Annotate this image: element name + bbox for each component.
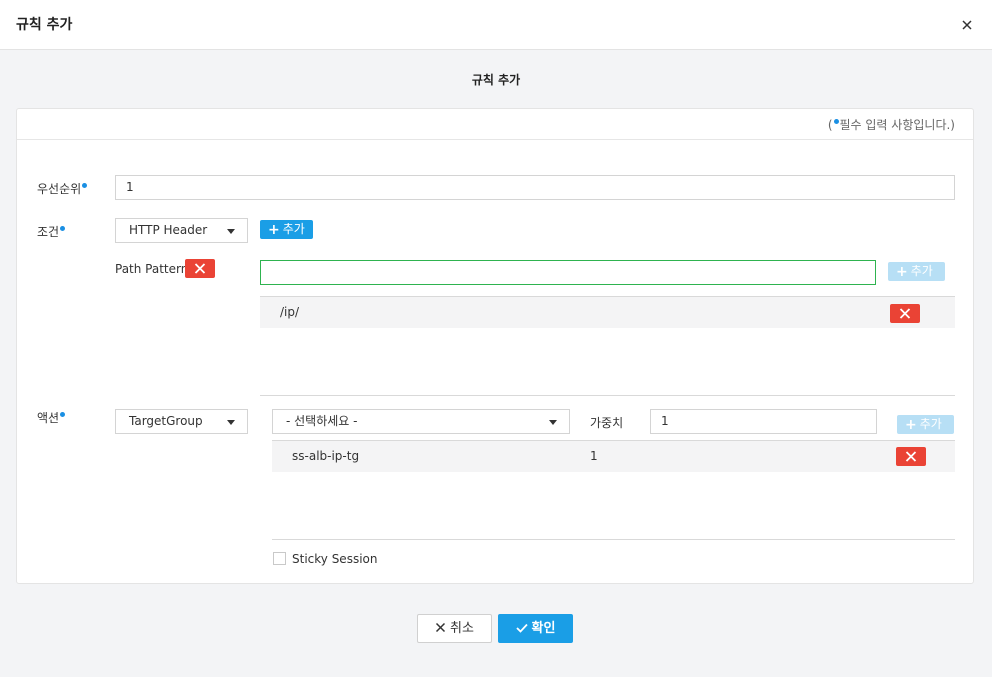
priority-label: 우선순위 (37, 180, 88, 197)
required-dot-icon (60, 226, 66, 231)
pattern-list-row: /ip/ (260, 297, 955, 328)
condition-label: 조건 (37, 223, 66, 240)
pattern-value: /ip/ (280, 305, 300, 319)
pattern-add-button[interactable]: + 추가 (888, 262, 945, 281)
caret-down-icon (549, 420, 557, 425)
rule-form-card: (필수 입력 사항입니다.) 우선순위 1 조건 HTTP Header + 추가… (16, 108, 974, 584)
required-dot-icon (833, 119, 839, 124)
condition-type-select[interactable]: HTTP Header (115, 218, 248, 243)
divider (260, 395, 955, 396)
action-label: 액션 (37, 409, 66, 426)
weight-input[interactable]: 1 (650, 409, 877, 434)
confirm-button[interactable]: 확인 (498, 614, 573, 643)
plus-icon: + (268, 222, 280, 238)
remove-target-button[interactable] (896, 447, 926, 466)
path-pattern-label: Path Pattern (115, 262, 189, 276)
remove-pattern-button[interactable] (890, 304, 920, 323)
caret-down-icon (227, 229, 235, 234)
close-icon (194, 263, 206, 274)
path-pattern-input[interactable] (260, 260, 876, 285)
target-group-select[interactable]: - 선택하세요 - (272, 409, 570, 434)
target-list-row: ss-alb-ip-tg 1 (272, 441, 955, 472)
close-icon[interactable] (958, 16, 976, 34)
required-dot-icon (82, 183, 88, 188)
close-icon (899, 308, 911, 319)
plus-icon: + (905, 417, 917, 433)
close-icon (905, 451, 917, 462)
action-type-select[interactable]: TargetGroup (115, 409, 248, 434)
check-icon (515, 623, 528, 633)
divider (17, 139, 973, 140)
target-add-button[interactable]: + 추가 (897, 415, 954, 434)
plus-icon: + (896, 264, 908, 280)
required-dot-icon (60, 412, 66, 417)
modal-header: 규칙 추가 (0, 0, 992, 50)
weight-label: 가중치 (590, 416, 624, 430)
priority-input[interactable]: 1 (115, 175, 955, 200)
sticky-session-label: Sticky Session (292, 552, 378, 566)
divider (272, 539, 955, 540)
remove-path-pattern-button[interactable] (185, 259, 215, 278)
target-weight: 1 (590, 449, 598, 463)
target-name: ss-alb-ip-tg (292, 449, 360, 463)
close-icon (436, 622, 446, 633)
cancel-button[interactable]: 취소 (417, 614, 492, 643)
add-rule-modal: 규칙 추가 규칙 추가 (필수 입력 사항입니다.) 우선순위 1 조건 HTT… (0, 0, 992, 677)
modal-title: 규칙 추가 (16, 17, 73, 33)
required-note: (필수 입력 사항입니다.) (827, 118, 955, 132)
caret-down-icon (227, 420, 235, 425)
sticky-session-checkbox[interactable] (273, 552, 286, 565)
condition-add-button[interactable]: + 추가 (260, 220, 313, 239)
form-title: 규칙 추가 (471, 73, 521, 87)
